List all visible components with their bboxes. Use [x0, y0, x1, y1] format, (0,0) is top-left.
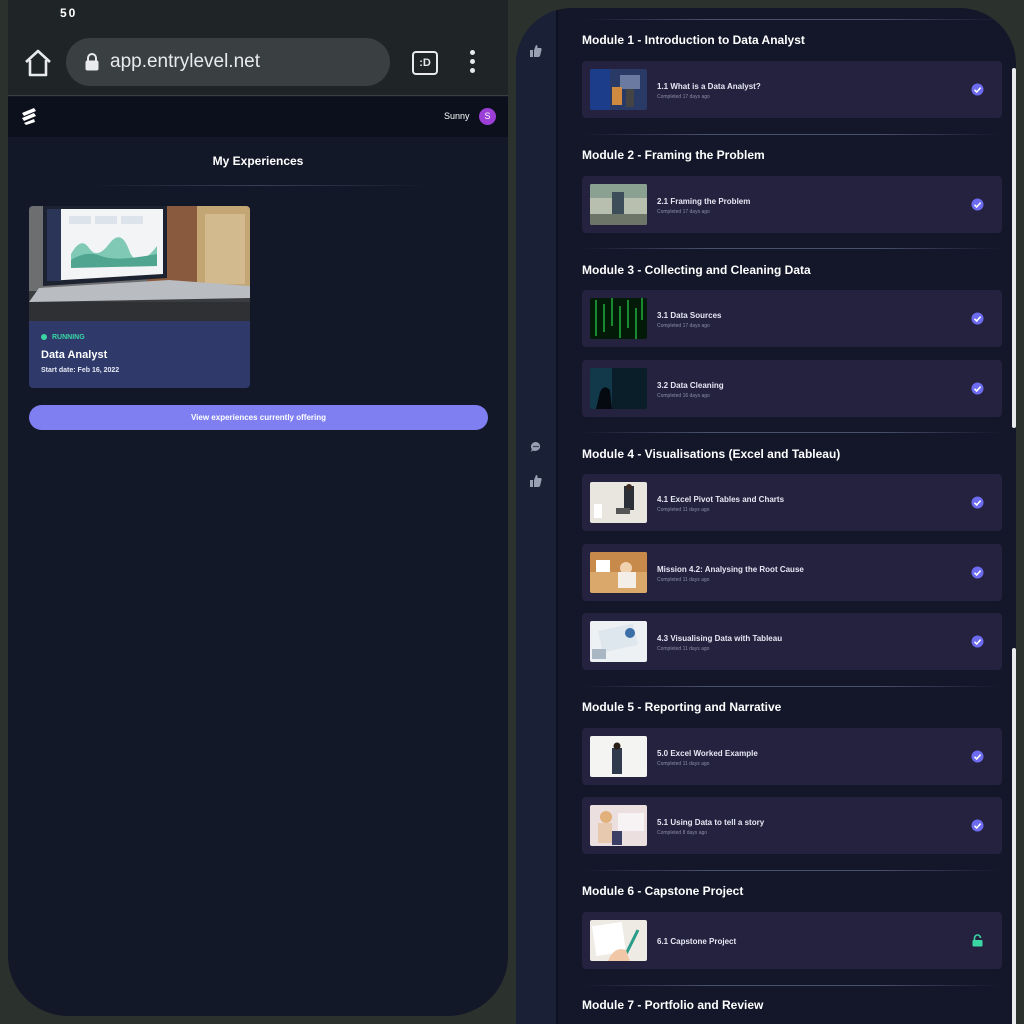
side-rail — [516, 8, 556, 1024]
lesson-completed-date: Completed 16 days ago — [657, 393, 710, 399]
laptop-dashboard-image — [29, 206, 250, 321]
right-phone-screen: Module 1 - Introduction to Data Analyst … — [516, 8, 1016, 1024]
divider — [582, 686, 1002, 687]
lesson-completed-date: Completed 17 days ago — [657, 323, 710, 329]
tab-switcher-button[interactable]: :D — [412, 51, 438, 75]
lesson-item[interactable]: 3.2 Data Cleaning Completed 16 days ago — [582, 360, 1002, 417]
module-title: Module 2 - Framing the Problem — [582, 148, 765, 162]
experience-title: Data Analyst — [41, 349, 108, 361]
check-circle-icon — [971, 382, 984, 395]
lesson-thumbnail — [590, 69, 647, 110]
page-title: My Experiences — [212, 154, 304, 168]
lesson-title: 1.1 What is a Data Analyst? — [657, 82, 761, 91]
address-bar[interactable]: app.entrylevel.net — [66, 38, 390, 86]
lesson-completed-date: Completed 17 days ago — [657, 209, 710, 215]
lesson-item[interactable]: 6.1 Capstone Project — [582, 912, 1002, 969]
lesson-title: 5.0 Excel Worked Example — [657, 749, 758, 758]
lesson-thumbnail — [590, 298, 647, 339]
avatar[interactable]: S — [479, 108, 496, 125]
lesson-item[interactable]: 4.3 Visualising Data with Tableau Comple… — [582, 613, 1002, 670]
lesson-title: 2.1 Framing the Problem — [657, 197, 751, 206]
lesson-title: 3.2 Data Cleaning — [657, 381, 724, 390]
lesson-thumbnail — [590, 736, 647, 777]
lesson-completed-date: Completed 11 days ago — [657, 646, 710, 652]
entrylevel-logo-icon[interactable] — [20, 107, 38, 125]
module-title: Module 7 - Portfolio and Review — [582, 998, 764, 1012]
lesson-thumbnail — [590, 805, 647, 846]
lock-icon — [84, 52, 100, 72]
thumbs-up-icon[interactable] — [530, 474, 542, 487]
lesson-title: 4.1 Excel Pivot Tables and Charts — [657, 495, 785, 504]
lesson-thumbnail — [590, 920, 647, 961]
lesson-item[interactable]: 4.1 Excel Pivot Tables and Charts Comple… — [582, 474, 1002, 531]
url-text: app.entrylevel.net — [110, 51, 260, 72]
module-title: Module 4 - Visualisations (Excel and Tab… — [582, 447, 841, 461]
browser-toolbar: app.entrylevel.net :D — [8, 26, 508, 96]
app-header: Sunny S — [8, 97, 508, 137]
lesson-item[interactable]: Mission 4.2: Analysing the Root Cause Co… — [582, 544, 1002, 601]
lesson-item[interactable]: 5.0 Excel Worked Example Completed 11 da… — [582, 728, 1002, 785]
view-experiences-button[interactable]: View experiences currently offering — [29, 405, 488, 430]
lesson-title: Mission 4.2: Analysing the Root Cause — [657, 565, 804, 574]
divider — [556, 8, 558, 1024]
user-name[interactable]: Sunny — [444, 111, 470, 121]
check-circle-icon — [971, 198, 984, 211]
home-icon[interactable] — [22, 48, 54, 78]
module-title: Module 5 - Reporting and Narrative — [582, 700, 782, 714]
overflow-menu-icon[interactable] — [468, 50, 476, 76]
lesson-title: 6.1 Capstone Project — [657, 937, 737, 946]
module-title: Module 6 - Capstone Project — [582, 884, 744, 898]
thumbs-up-icon[interactable] — [530, 44, 542, 57]
check-circle-icon — [971, 819, 984, 832]
divider — [582, 134, 1002, 135]
lesson-title: 3.1 Data Sources — [657, 311, 722, 320]
lesson-thumbnail — [590, 482, 647, 523]
divider — [582, 248, 1002, 249]
module-title: Module 3 - Collecting and Cleaning Data — [582, 263, 811, 277]
lesson-thumbnail — [590, 184, 647, 225]
lesson-thumbnail — [590, 621, 647, 662]
lesson-completed-date: Completed 11 days ago — [657, 761, 710, 767]
lesson-completed-date: Completed 11 days ago — [657, 577, 710, 583]
lesson-item[interactable]: 2.1 Framing the Problem Completed 17 day… — [582, 176, 1002, 233]
scrollbar[interactable] — [1012, 648, 1016, 1024]
unlock-icon — [971, 934, 984, 947]
experience-start-date: Start date: Feb 16, 2022 — [41, 367, 120, 374]
module-title: Module 1 - Introduction to Data Analyst — [582, 33, 805, 47]
comment-icon[interactable] — [530, 440, 542, 452]
lesson-item[interactable]: 1.1 What is a Data Analyst? Completed 17… — [582, 61, 1002, 118]
status-clock: 50 — [60, 6, 78, 20]
check-circle-icon — [971, 566, 984, 579]
experience-card[interactable]: RUNNING Data Analyst Start date: Feb 16,… — [29, 206, 250, 388]
status-badge: RUNNING — [41, 334, 85, 341]
divider — [88, 185, 428, 186]
lesson-item[interactable]: 3.1 Data Sources Completed 17 days ago — [582, 290, 1002, 347]
check-circle-icon — [971, 312, 984, 325]
check-circle-icon — [971, 83, 984, 96]
divider — [582, 432, 1002, 433]
lesson-completed-date: Completed 8 days ago — [657, 830, 708, 836]
divider — [582, 19, 1002, 20]
lesson-item[interactable]: 5.1 Using Data to tell a story Completed… — [582, 797, 1002, 854]
lesson-title: 5.1 Using Data to tell a story — [657, 818, 765, 827]
check-circle-icon — [971, 750, 984, 763]
lesson-completed-date: Completed 11 days ago — [657, 507, 710, 513]
check-circle-icon — [971, 635, 984, 648]
lesson-thumbnail — [590, 552, 647, 593]
status-bar: 50 — [8, 0, 508, 26]
lesson-completed-date: Completed 17 days ago — [657, 94, 710, 100]
check-circle-icon — [971, 496, 984, 509]
lesson-thumbnail — [590, 368, 647, 409]
left-phone-screen: 50 app.entrylevel.net :D Sunny S My Expe… — [8, 0, 508, 1016]
divider — [582, 870, 1002, 871]
scrollbar[interactable] — [1012, 68, 1016, 428]
divider — [582, 985, 1002, 986]
lesson-title: 4.3 Visualising Data with Tableau — [657, 634, 783, 643]
